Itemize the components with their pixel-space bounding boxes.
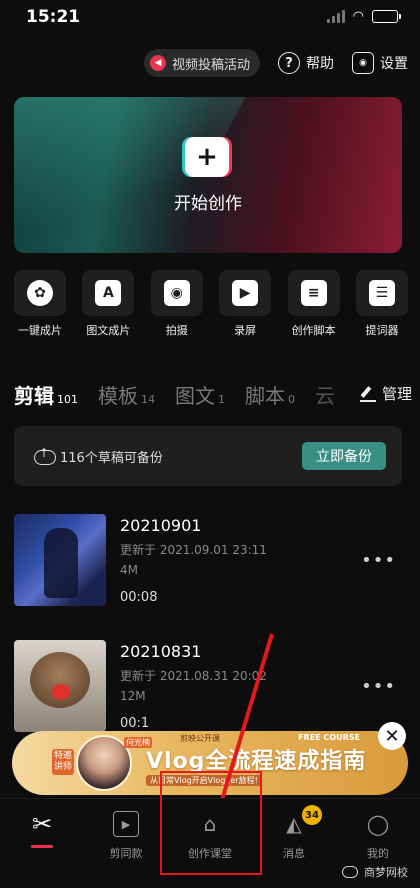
- tab-label: 脚本: [245, 384, 285, 408]
- help-button[interactable]: ? 帮助: [278, 52, 334, 74]
- signal-icon: [326, 10, 345, 23]
- tab-label: 图文: [175, 384, 215, 408]
- message-badge: 34: [302, 805, 322, 825]
- draft-item[interactable]: 20210901 更新于 2021.09.01 23:11 4M 00:08 •…: [14, 514, 408, 606]
- promo-label: 视频投稿活动: [171, 57, 250, 73]
- nav-label: 剪同款: [109, 847, 143, 860]
- nav-templates[interactable]: ▶ 剪同款: [84, 811, 168, 861]
- plus-icon: +: [185, 137, 229, 177]
- draft-size: 4M: [120, 563, 138, 577]
- watermark-text: 商梦网校: [364, 866, 408, 879]
- backup-message: 116个草稿可备份: [60, 451, 163, 466]
- nav-label: 消息: [283, 847, 305, 860]
- nav-messages[interactable]: ◭ 消息: [252, 811, 336, 861]
- screen-record-icon: ▶: [232, 280, 259, 306]
- megaphone-icon: ◀: [149, 55, 166, 71]
- tab-count: 0: [288, 393, 295, 406]
- draft-duration: 00:08: [120, 590, 158, 605]
- scissors-icon: ✂: [31, 810, 53, 838]
- draft-thumbnail: [14, 640, 106, 732]
- tool-teleprompter[interactable]: ☰ 提词器: [355, 270, 408, 338]
- cloud-upload-icon: [34, 446, 56, 465]
- tool-camera[interactable]: ◉ 拍摄: [150, 270, 203, 338]
- draft-duration: 00:1: [120, 716, 150, 731]
- tab-templates[interactable]: 模板 14: [98, 380, 155, 409]
- status-time: 15:21: [26, 7, 81, 27]
- question-icon: ?: [278, 52, 300, 74]
- tab-cloud[interactable]: 云: [315, 380, 335, 409]
- edit-pen-icon: [359, 386, 376, 402]
- tool-label: 一键成片: [18, 324, 62, 337]
- nav-profile[interactable]: ◯ 我的: [336, 811, 420, 861]
- settings-button[interactable]: ◉ 设置: [352, 52, 408, 74]
- draft-thumbnail: [14, 514, 106, 606]
- manage-button[interactable]: 管理: [359, 383, 412, 404]
- tab-count: 1: [218, 393, 225, 406]
- tool-label: 图文成片: [86, 324, 131, 337]
- nav-edit[interactable]: ✂: [0, 810, 84, 848]
- gear-icon: ◉: [352, 52, 374, 74]
- more-options-icon[interactable]: •••: [361, 676, 396, 697]
- tab-count: 14: [141, 393, 155, 406]
- wifi-icon: ◠: [352, 9, 364, 24]
- tool-label: 创作脚本: [291, 324, 336, 337]
- tab-label: 剪辑: [14, 384, 54, 408]
- tool-one-click-video[interactable]: ✿ 一键成片: [14, 270, 66, 338]
- settings-label: 设置: [380, 56, 408, 72]
- tab-image-text[interactable]: 图文 1: [175, 380, 225, 409]
- active-indicator: [31, 845, 53, 848]
- camera-icon: ◉: [163, 280, 190, 306]
- banner-free-course: FREE COURSE: [298, 733, 360, 742]
- template-play-icon: ▶: [113, 811, 139, 837]
- annotation-highlight-box: [160, 771, 262, 875]
- tools-row: ✿ 一键成片 A 图文成片 ◉ 拍摄 ▶ 录屏 ≡ 创作脚本 ☰ 提词器: [14, 270, 408, 338]
- draft-size: 12M: [120, 689, 146, 703]
- tab-label: 云: [315, 384, 335, 408]
- film-reel-icon: ✿: [27, 280, 53, 306]
- tab-scripts[interactable]: 脚本 0: [245, 380, 295, 409]
- draft-updated: 更新于 2021.09.01 23:11: [120, 543, 267, 557]
- user-icon: ◯: [366, 812, 390, 836]
- tool-label: 录屏: [234, 324, 257, 337]
- help-label: 帮助: [306, 56, 334, 72]
- tool-label: 拍摄: [165, 324, 188, 337]
- tab-edit[interactable]: 剪辑 101: [14, 380, 78, 409]
- draft-title: 20210831: [120, 642, 202, 661]
- video-submission-button[interactable]: ◀ 视频投稿活动: [143, 49, 260, 77]
- tab-count: 101: [57, 393, 78, 406]
- wechat-icon: [342, 866, 358, 878]
- tool-script[interactable]: ≡ 创作脚本: [287, 270, 340, 338]
- draft-tabs: 剪辑 101 模板 14 图文 1 脚本 0 云: [14, 380, 408, 414]
- script-icon: ≡: [300, 280, 327, 306]
- tool-text-to-video[interactable]: A 图文成片: [82, 270, 135, 338]
- more-options-icon[interactable]: •••: [361, 550, 396, 571]
- backup-now-button[interactable]: 立即备份: [302, 442, 386, 470]
- start-creating-label: 开始创作: [174, 194, 242, 214]
- teleprompter-icon: ☰: [368, 280, 395, 306]
- tool-label: 提词器: [365, 324, 399, 337]
- status-icons: ◠: [326, 9, 401, 24]
- draft-title: 20210901: [120, 516, 202, 535]
- guest-lecturer-tag: 特邀讲师: [52, 749, 74, 775]
- nav-label: 我的: [367, 847, 389, 860]
- text-to-video-icon: A: [95, 280, 122, 306]
- status-bar: 15:21 ◠: [0, 0, 420, 34]
- start-creating-card[interactable]: + 开始创作: [14, 97, 402, 253]
- backup-bar: 116个草稿可备份 立即备份: [14, 426, 402, 486]
- top-actions: ◀ 视频投稿活动 ? 帮助 ◉ 设置: [143, 48, 408, 78]
- watermark: 商梦网校: [342, 864, 408, 880]
- manage-label: 管理: [381, 385, 412, 403]
- close-icon: ✕: [384, 725, 400, 747]
- tab-label: 模板: [98, 384, 138, 408]
- close-banner-button[interactable]: ✕: [378, 722, 406, 750]
- tool-screen-record[interactable]: ▶ 录屏: [219, 270, 272, 338]
- battery-icon: [372, 10, 401, 23]
